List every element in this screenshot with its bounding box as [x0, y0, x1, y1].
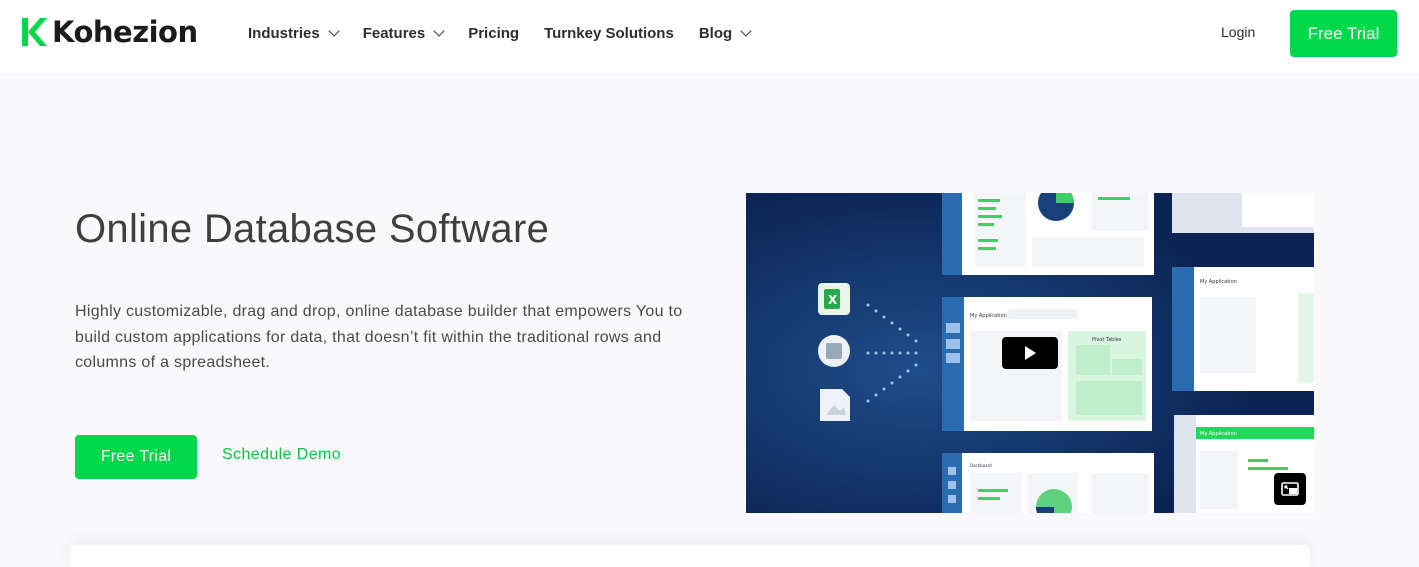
- schedule-demo-link[interactable]: Schedule Demo: [222, 446, 341, 464]
- nav-item-label: Pricing: [468, 24, 520, 42]
- chevron-down-icon: [740, 25, 752, 37]
- chevron-down-icon: [328, 25, 340, 37]
- nav-item-label: Industries: [248, 24, 320, 42]
- screen-title: My Application: [1200, 279, 1237, 285]
- nav-item-turnkey-solutions[interactable]: Turnkey Solutions: [544, 25, 674, 42]
- page-title: Online Database Software: [75, 207, 550, 251]
- chevron-down-icon: [433, 25, 445, 37]
- login-link[interactable]: Login: [1221, 24, 1255, 40]
- free-trial-button[interactable]: Free Trial: [75, 435, 197, 479]
- header-free-trial-button[interactable]: Free Trial: [1290, 10, 1397, 57]
- nav-item-features[interactable]: Features: [362, 24, 445, 42]
- picture-in-picture-button[interactable]: [1274, 473, 1306, 505]
- nav-item-blog[interactable]: Blog: [698, 24, 752, 42]
- screen-title: My Application: [970, 313, 1007, 319]
- screen-title: My Application: [1200, 431, 1237, 437]
- brand-name: Kohezion: [52, 15, 198, 49]
- screen-label: Pivot Tables: [1092, 337, 1122, 343]
- screen-title: Dashboard: [970, 463, 992, 468]
- play-icon: [1025, 346, 1036, 360]
- excel-badge-text: X: [828, 293, 838, 307]
- hero-description: Highly customizable, drag and drop, onli…: [75, 303, 683, 371]
- nav-item-label: Features: [362, 24, 426, 42]
- product-video[interactable]: X My Application My Application Pivot Ta…: [746, 193, 1314, 513]
- nav-item-pricing[interactable]: Pricing: [468, 25, 519, 42]
- nav-item-industries[interactable]: Industries: [248, 24, 340, 42]
- site-header: Kohezion Industries Features Pricing Tur…: [0, 0, 1419, 73]
- picture-in-picture-icon: [1281, 482, 1299, 496]
- content-card-edge: [70, 545, 1310, 567]
- kohezion-logo-icon: [22, 18, 47, 46]
- nav-item-label: Turnkey Solutions: [544, 24, 674, 42]
- main-nav: Industries Features Pricing Turnkey Solu…: [248, 0, 775, 66]
- play-button[interactable]: [1002, 337, 1058, 369]
- kohezion-logo[interactable]: Kohezion: [18, 14, 198, 50]
- nav-item-label: Blog: [698, 24, 733, 42]
